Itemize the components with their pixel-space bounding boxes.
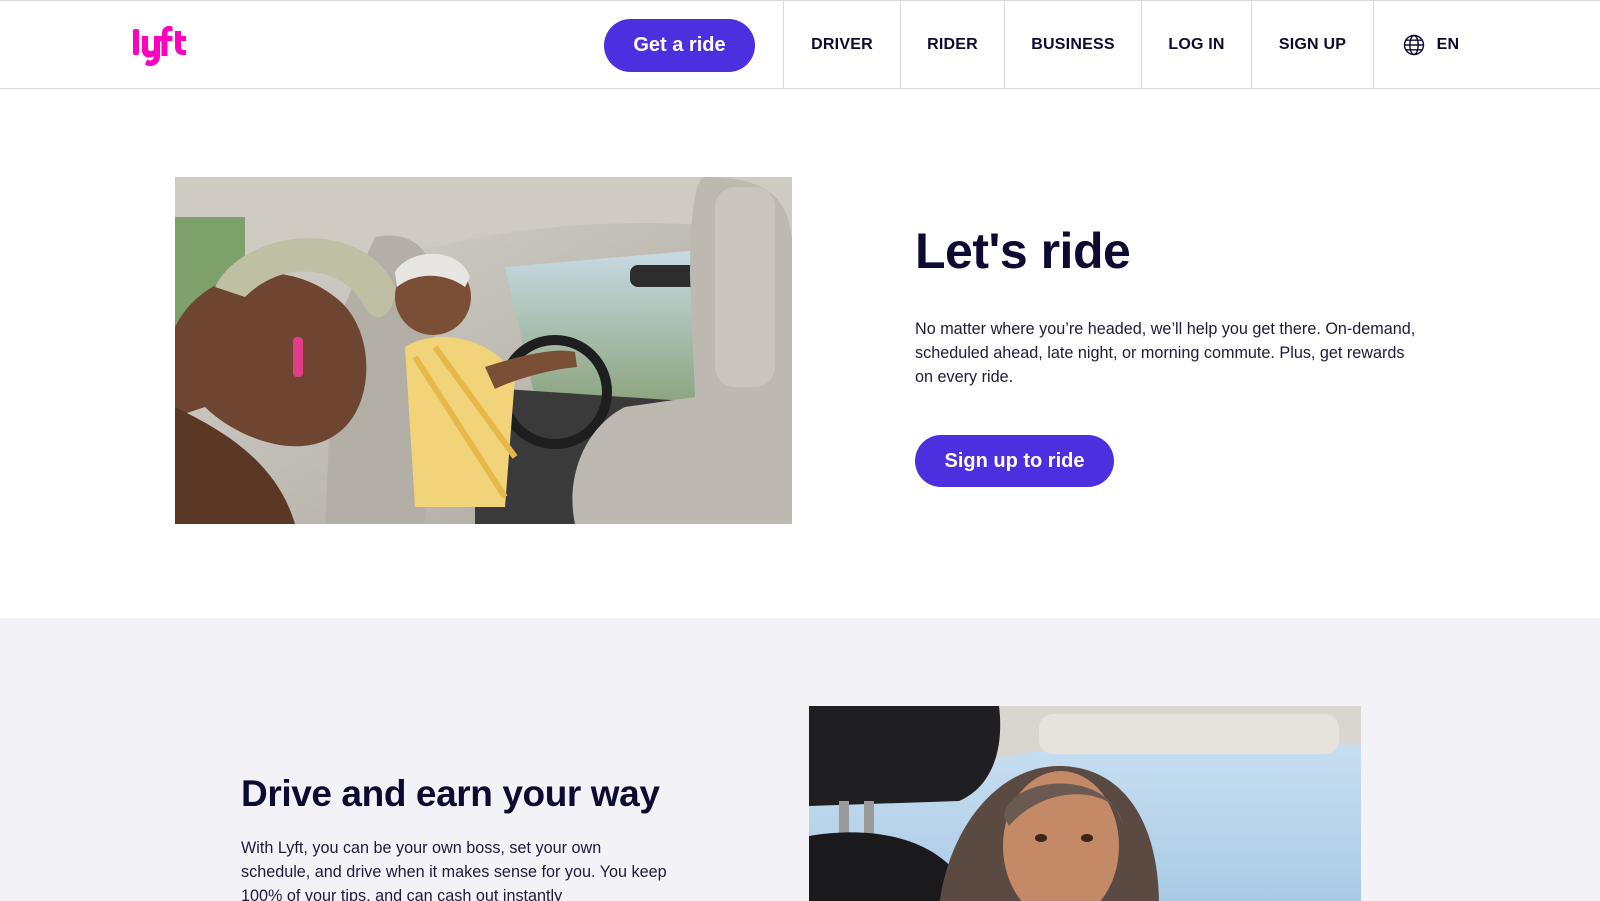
nav-rider[interactable]: RIDER [900, 1, 1004, 89]
nav-business[interactable]: BUSINESS [1004, 1, 1141, 89]
language-selector[interactable]: EN [1373, 1, 1488, 89]
drive-section: Drive and earn your way With Lyft, you c… [0, 618, 1600, 901]
drive-description: With Lyft, you can be your own boss, set… [241, 839, 667, 901]
driver-in-car-photo [809, 706, 1361, 901]
nav-driver[interactable]: DRIVER [783, 1, 900, 89]
site-header: Get a ride DRIVER RIDER BUSINESS LOG IN … [0, 0, 1600, 89]
riders-in-car-photo [175, 177, 792, 524]
drive-title: Drive and earn your way [241, 773, 660, 814]
hero-description: No matter where you’re headed, we’ll hel… [915, 320, 1416, 386]
nav-sign-up[interactable]: SIGN UP [1251, 1, 1373, 89]
sign-up-to-ride-button[interactable]: Sign up to ride [915, 435, 1114, 487]
globe-icon [1403, 34, 1425, 56]
hero-title: Let's ride [915, 223, 1131, 279]
nav-log-in[interactable]: LOG IN [1141, 1, 1251, 89]
get-a-ride-button[interactable]: Get a ride [604, 19, 755, 72]
lyft-logo[interactable] [131, 23, 191, 67]
language-label: EN [1436, 36, 1460, 53]
